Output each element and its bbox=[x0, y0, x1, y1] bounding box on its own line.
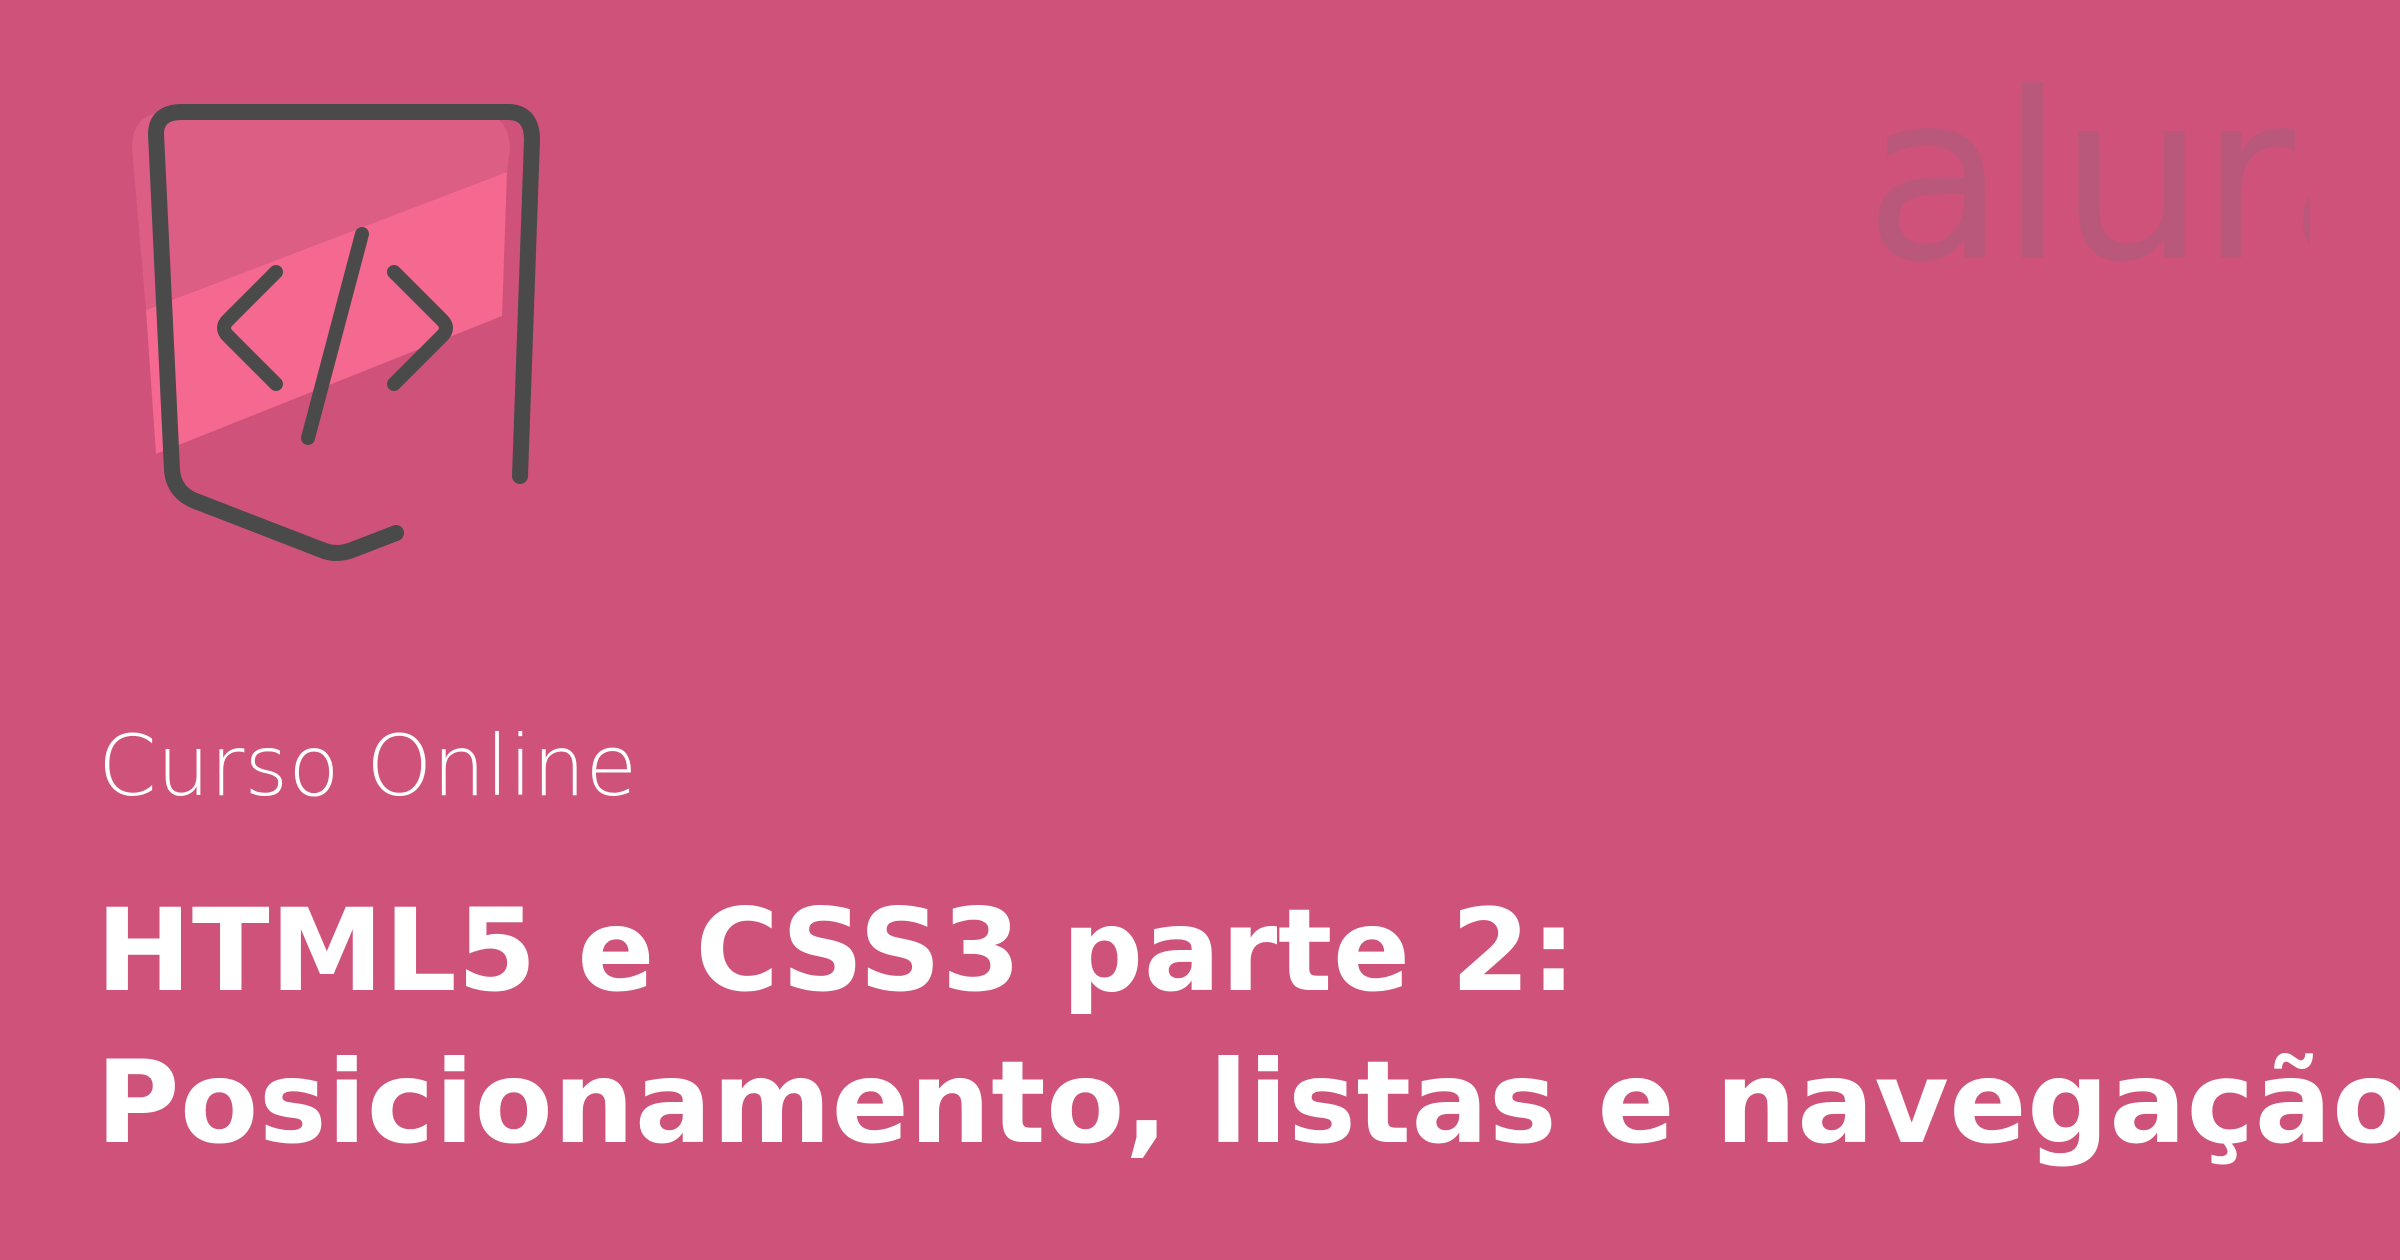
course-title-line-2: Posicionamento, listas e navegação bbox=[96, 1036, 2400, 1169]
course-title: HTML5 e CSS3 parte 2: Posicionamento, li… bbox=[96, 875, 2400, 1179]
html-code-shield-icon bbox=[116, 96, 556, 576]
alura-logo: alura bbox=[1860, 70, 2310, 270]
course-title-line-1: HTML5 e CSS3 parte 2: bbox=[96, 884, 1577, 1017]
course-label: Curso Online bbox=[98, 717, 638, 815]
svg-text:alura: alura bbox=[1864, 70, 2310, 270]
